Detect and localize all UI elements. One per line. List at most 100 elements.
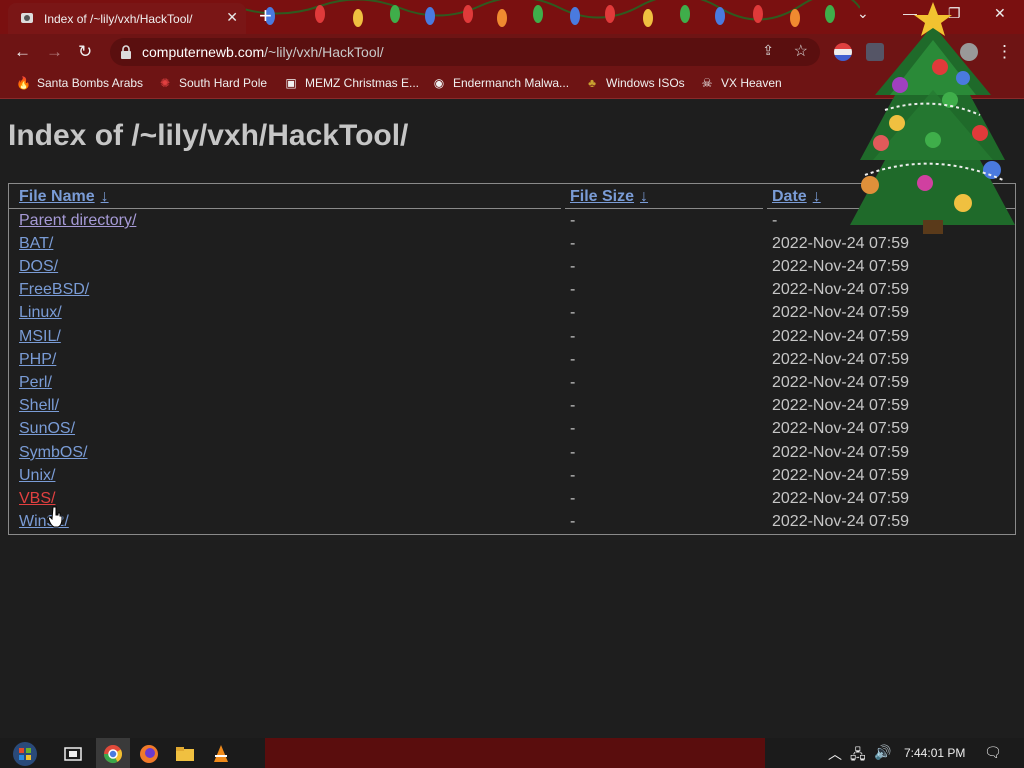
bookmark-star-icon[interactable]: ☆ [794,41,808,61]
new-tab-button[interactable]: + [259,3,272,29]
column-header-label: File Name [19,188,95,205]
directory-link[interactable]: Perl/ [19,374,52,392]
lock-icon [121,45,131,59]
raccoon-icon: ◉ [433,76,445,90]
file-size-cell: - [570,397,576,414]
directory-link[interactable]: Linux/ [19,304,62,322]
tray-chevron-icon[interactable]: ︿ [828,744,842,764]
bookmark-item[interactable]: 🔥 Santa Bombs Arabs [16,76,143,90]
header-divider [9,208,561,209]
table-row: SymbOS/ - 2022-Nov-24 07:59 [9,444,1015,467]
file-size-cell: - [570,351,576,368]
date-cell: 2022-Nov-24 07:59 [772,328,909,345]
bookmark-item[interactable]: ▣ MEMZ Christmas E... [284,76,419,90]
url-text[interactable]: computernewb.com/~lily/vxh/HackTool/ [142,44,384,60]
date-cell: 2022-Nov-24 07:59 [772,513,909,530]
virus-icon: ✺ [159,76,171,90]
table-row: Unix/ - 2022-Nov-24 07:59 [9,467,1015,490]
file-size-cell: - [570,420,576,437]
volume-icon[interactable]: 🔊 [874,744,891,761]
share-icon[interactable]: ⇪ [762,42,774,59]
start-button-icon[interactable] [12,741,38,767]
image-icon: ▣ [285,76,297,90]
christmas-tree-decoration [850,2,1015,234]
table-row: VBS/-2022-Nov-24 07:59 [9,490,1015,513]
column-header-file-name[interactable]: File Name ↓ [19,188,109,206]
sort-arrow-icon: ↓ [812,188,821,205]
firefox-icon[interactable] [138,743,160,765]
column-header-file-size[interactable]: File Size ↓ [570,188,648,206]
date-cell: 2022-Nov-24 07:59 [772,467,909,484]
date-cell: 2022-Nov-24 07:59 [772,444,909,461]
task-view-icon[interactable] [62,743,84,765]
file-size-cell: - [570,304,576,321]
bookmark-item[interactable]: ◉ Endermanch Malwa... [432,76,569,90]
directory-link[interactable]: Parent directory/ [19,212,136,230]
header-divider [565,208,763,209]
table-row: Linux/ - 2022-Nov-24 07:59 [9,304,1015,327]
table-row: FreeBSD/ - 2022-Nov-24 07:59 [9,281,1015,304]
table-row: Win32/-2022-Nov-24 07:59 [9,513,1015,536]
tab-close-icon[interactable]: ✕ [226,9,238,26]
bookmark-label: VX Heaven [721,76,782,90]
address-bar[interactable]: computernewb.com/~lily/vxh/HackTool/ ⇪ ☆ [110,38,820,66]
directory-link[interactable]: Unix/ [19,467,55,485]
christmas-lights-decoration [240,0,860,27]
bookmark-item[interactable]: ☠ VX Heaven [700,76,782,90]
file-size-cell: - [570,490,576,507]
taskbar-clock[interactable]: 7:44:01 PM [904,746,965,760]
site-favicon-icon [21,13,33,23]
directory-link[interactable]: SymbOS/ [19,444,87,462]
directory-link[interactable]: SunOS/ [19,420,75,438]
file-size-cell: - [570,281,576,298]
file-size-cell: - [570,328,576,345]
date-cell: - [772,212,778,229]
bookmark-label: Santa Bombs Arabs [37,76,144,90]
date-cell: 2022-Nov-24 07:59 [772,351,909,368]
date-cell: 2022-Nov-24 07:59 [772,281,909,298]
skull-icon: ☠ [701,76,713,90]
forward-button[interactable]: → [46,42,63,62]
tab-title: Index of /~lily/vxh/HackTool/ [44,12,193,26]
date-cell: 2022-Nov-24 07:59 [772,420,909,437]
bookmark-item[interactable]: ✺ South Hard Pole [158,76,267,90]
directory-link[interactable]: BAT/ [19,235,53,253]
taskbar-background-strip [265,738,765,768]
bookmark-label: MEMZ Christmas E... [305,76,420,90]
notifications-icon[interactable]: 🗨 [984,744,1002,761]
file-size-cell: - [570,374,576,391]
file-size-cell: - [570,258,576,275]
page-title: Index of /~lily/vxh/HackTool/ [8,119,409,152]
file-size-cell: - [570,513,576,530]
column-header-date[interactable]: Date ↓ [772,188,821,206]
table-row: Shell/ - 2022-Nov-24 07:59 [9,397,1015,420]
table-row: SunOS/ - 2022-Nov-24 07:59 [9,420,1015,443]
column-header-label: Date [772,188,807,205]
directory-link[interactable]: DOS/ [19,258,58,276]
network-icon[interactable]: 🖧 [850,744,866,768]
directory-link[interactable]: Shell/ [19,397,59,415]
directory-link[interactable]: FreeBSD/ [19,281,89,299]
reload-button[interactable]: ↻ [78,42,92,62]
back-button[interactable]: ← [14,42,31,62]
directory-link[interactable]: PHP/ [19,351,56,369]
file-size-cell: - [570,467,576,484]
table-row: Perl/ - 2022-Nov-24 07:59 [9,374,1015,397]
vlc-icon[interactable] [210,743,232,765]
date-cell: 2022-Nov-24 07:59 [772,304,909,321]
column-header-label: File Size [570,188,635,205]
fire-icon: 🔥 [16,76,31,90]
hand-cursor-icon [48,506,63,528]
file-explorer-icon[interactable] [174,743,196,765]
bookmark-label: Endermanch Malwa... [453,76,570,90]
url-domain: computernewb.com [142,44,265,60]
table-row: PHP/ - 2022-Nov-24 07:59 [9,351,1015,374]
bookmark-item[interactable]: ♣ Windows ISOs [585,76,685,90]
browser-tab[interactable]: Index of /~lily/vxh/HackTool/ ✕ [8,3,246,34]
sort-arrow-icon: ↓ [100,188,109,205]
date-cell: 2022-Nov-24 07:59 [772,374,909,391]
bookmark-label: South Hard Pole [179,76,268,90]
chrome-icon[interactable] [102,743,124,765]
date-cell: 2022-Nov-24 07:59 [772,397,909,414]
directory-link[interactable]: MSIL/ [19,328,61,346]
